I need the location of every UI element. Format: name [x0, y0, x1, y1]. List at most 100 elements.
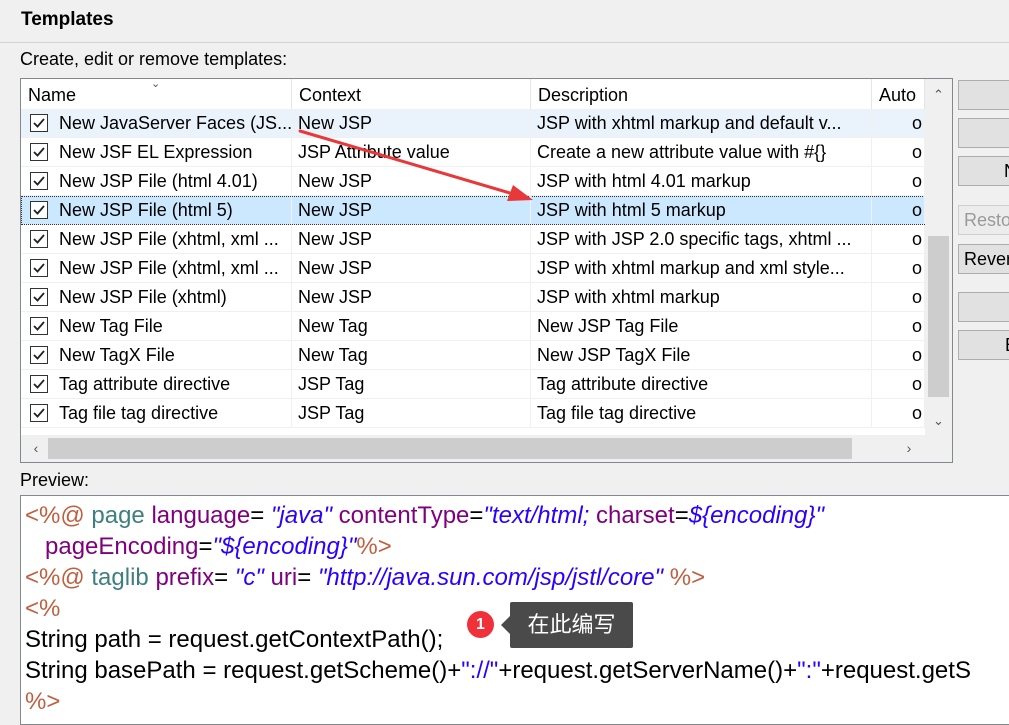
- code-line-2: pageEncoding="${encoding}"%>: [25, 533, 392, 560]
- remove-button[interactable]: N: [958, 156, 1009, 186]
- table-row[interactable]: Tag attribute directive JSP Tag Tag attrib…: [21, 370, 925, 399]
- column-header-name[interactable]: Name ⌄: [21, 79, 292, 109]
- scrollbar-corner: [925, 435, 952, 462]
- scroll-down-chevron-icon[interactable]: ⌄: [925, 409, 952, 433]
- cell-name-label: New JSP File (html 5): [59, 200, 233, 220]
- cell-auto-insert: o: [872, 225, 925, 253]
- code-line-4: <%: [25, 595, 61, 622]
- cell-name: New TagX File: [21, 341, 292, 369]
- table-row[interactable]: New TagX File New Tag New JSP TagX File o: [21, 341, 925, 370]
- column-header-auto[interactable]: Auto: [872, 79, 925, 109]
- cell-auto-insert: o: [872, 109, 925, 137]
- enabled-checkbox[interactable]: [30, 317, 48, 335]
- cell-name-label: New JavaServer Faces (JS...: [59, 113, 292, 133]
- cell-name: New JSP File (xhtml, xml ...: [21, 254, 292, 282]
- table-row[interactable]: New JSP File (html 5) New JSP JSP with htm…: [21, 196, 925, 225]
- cell-name: New JSP File (xhtml, xml ...: [21, 225, 292, 253]
- enabled-checkbox[interactable]: [30, 172, 48, 190]
- table-row[interactable]: New JSP File (html 4.01) New JSP JSP with …: [21, 167, 925, 196]
- templates-table[interactable]: Name ⌄ Context Description Auto New Java…: [20, 78, 953, 463]
- scroll-up-chevron-icon[interactable]: ⌃: [925, 83, 952, 107]
- cell-context: New Tag: [292, 341, 531, 369]
- cell-description: JSP with xhtml markup and default v...: [531, 109, 872, 137]
- table-row[interactable]: New JSP File (xhtml) New JSP JSP with xhtm…: [21, 283, 925, 312]
- cell-description: New JSP TagX File: [531, 341, 872, 369]
- cell-auto-insert: o: [872, 138, 925, 166]
- cell-description: JSP with xhtml markup and xml style...: [531, 254, 872, 282]
- cell-name: Tag file tag directive: [21, 399, 292, 427]
- cell-context: New JSP: [292, 167, 531, 195]
- enabled-checkbox[interactable]: [30, 259, 48, 277]
- enabled-checkbox[interactable]: [30, 114, 48, 132]
- table-body: New JavaServer Faces (JS... New JSP JSP wi…: [21, 109, 925, 428]
- templates-table-label: Create, edit or remove templates:: [20, 49, 288, 69]
- enabled-checkbox[interactable]: [30, 230, 48, 248]
- scroll-right-chevron-icon[interactable]: ›: [897, 435, 921, 462]
- cell-context: New Tag: [292, 312, 531, 340]
- horizontal-scroll-thumb[interactable]: [48, 438, 852, 459]
- cell-name-label: New JSP File (html 4.01): [59, 171, 258, 191]
- table-row[interactable]: New JSP File (xhtml, xml ... New JSP JSP w…: [21, 254, 925, 283]
- dialog-header: Templates: [0, 0, 1009, 43]
- cell-name: New JavaServer Faces (JS...: [21, 109, 292, 137]
- enabled-checkbox[interactable]: [30, 404, 48, 422]
- table-row[interactable]: Tag file tag directive JSP Tag Tag file ta…: [21, 399, 925, 428]
- scroll-left-chevron-icon[interactable]: ‹: [24, 435, 48, 462]
- enabled-checkbox[interactable]: [30, 288, 48, 306]
- cell-description: Tag attribute directive: [531, 370, 872, 398]
- enabled-checkbox[interactable]: [30, 375, 48, 393]
- cell-name-label: Tag attribute directive: [59, 374, 231, 394]
- cell-description: New JSP Tag File: [531, 312, 872, 340]
- enabled-checkbox[interactable]: [30, 201, 48, 219]
- cell-description: Create a new attribute value with #{}: [531, 138, 872, 166]
- code-line-3: <%@ taglib prefix= "c" uri= "http://java…: [25, 564, 706, 591]
- cell-name-label: New JSP File (xhtml): [59, 287, 227, 307]
- preview-code: <%@ page language= "java" contentType="t…: [25, 500, 971, 717]
- revert-to-default-button[interactable]: Rever: [958, 244, 1009, 274]
- cell-description: JSP with html 4.01 markup: [531, 167, 872, 195]
- cell-name-label: New Tag File: [59, 316, 163, 336]
- cell-context: JSP Tag: [292, 370, 531, 398]
- enabled-checkbox[interactable]: [30, 346, 48, 364]
- cell-auto-insert: o: [872, 370, 925, 398]
- column-header-description[interactable]: Description: [531, 79, 872, 109]
- restore-removed-button[interactable]: Resto: [958, 205, 1009, 235]
- export-button[interactable]: E: [958, 330, 1009, 360]
- annotation-tooltip: 在此编写: [501, 602, 633, 648]
- code-line-6: String basePath = request.getScheme()+":…: [25, 657, 971, 684]
- edit-button[interactable]: [958, 118, 1009, 148]
- cell-name-label: New JSF EL Expression: [59, 142, 253, 162]
- table-row[interactable]: New Tag File New Tag New JSP Tag File o: [21, 312, 925, 341]
- code-line-5: String path = request.getContextPath();: [25, 626, 444, 653]
- cell-name-label: Tag file tag directive: [59, 403, 219, 423]
- cell-name-label: New JSP File (xhtml, xml ...: [59, 258, 279, 278]
- cell-auto-insert: o: [872, 283, 925, 311]
- preview-label: Preview:: [20, 470, 90, 490]
- table-row[interactable]: New JSP File (xhtml, xml ... New JSP JSP w…: [21, 225, 925, 254]
- table-header: Name ⌄ Context Description Auto: [21, 79, 925, 109]
- vertical-scroll-thumb[interactable]: [928, 236, 949, 397]
- cell-description: JSP with JSP 2.0 specific tags, xhtml ..…: [531, 225, 872, 253]
- cell-name: New Tag File: [21, 312, 292, 340]
- enabled-checkbox[interactable]: [30, 143, 48, 161]
- cell-context: JSP Tag: [292, 399, 531, 427]
- cell-name: New JSP File (xhtml): [21, 283, 292, 311]
- cell-name: New JSP File (html 4.01): [21, 167, 292, 195]
- new-button[interactable]: [958, 80, 1009, 110]
- cell-description: Tag file tag directive: [531, 399, 872, 427]
- table-row[interactable]: New JavaServer Faces (JS... New JSP JSP wi…: [21, 109, 925, 138]
- table-row[interactable]: New JSF EL Expression JSP Attribute value…: [21, 138, 925, 167]
- code-line-1: <%@ page language= "java" contentType="t…: [25, 502, 825, 529]
- column-header-context[interactable]: Context: [292, 79, 531, 109]
- vertical-scrollbar[interactable]: ⌃ ⌄: [925, 79, 952, 435]
- column-header-name-label: Name: [28, 85, 77, 105]
- cell-name-label: New TagX File: [59, 345, 175, 365]
- cell-context: JSP Attribute value: [292, 138, 531, 166]
- cell-name-label: New JSP File (xhtml, xml ...: [59, 229, 279, 249]
- horizontal-scrollbar[interactable]: ‹ ›: [21, 435, 925, 462]
- import-button[interactable]: I: [958, 292, 1009, 322]
- cell-auto-insert: o: [872, 254, 925, 282]
- cell-context: New JSP: [292, 254, 531, 282]
- cell-name: New JSF EL Expression: [21, 138, 292, 166]
- cell-auto-insert: o: [872, 399, 925, 427]
